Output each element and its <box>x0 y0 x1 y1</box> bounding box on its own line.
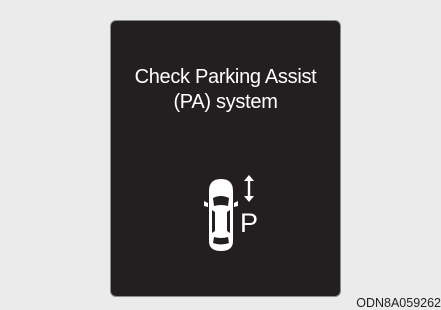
parking-assist-warning-icon: P <box>204 175 258 251</box>
figure-reference-code: ODN8A059262 <box>356 296 441 310</box>
warning-message-line-2: (PA) system <box>173 91 278 113</box>
cluster-display-panel: Check Parking Assist (PA) system P <box>110 20 341 297</box>
up-down-arrow-icon <box>244 175 254 202</box>
warning-message: Check Parking Assist (PA) system <box>111 65 340 115</box>
car-top-view-icon <box>204 179 238 251</box>
warning-message-line-1: Check Parking Assist <box>134 66 317 88</box>
parking-letter: P <box>240 208 258 238</box>
